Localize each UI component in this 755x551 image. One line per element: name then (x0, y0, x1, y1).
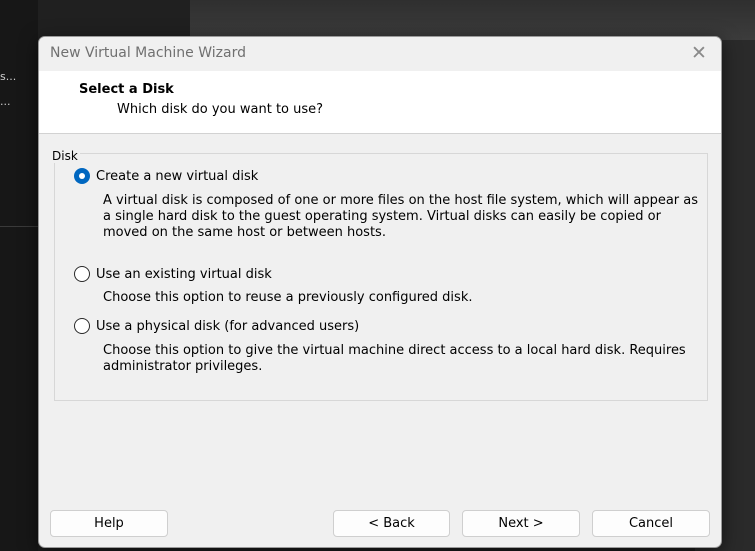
disk-group-label: Disk (52, 149, 80, 163)
radio-selected-icon[interactable] (74, 168, 90, 184)
radio-label: Use a physical disk (for advanced users) (96, 318, 360, 334)
next-button[interactable]: Next > (462, 510, 580, 537)
window-title: New Virtual Machine Wizard (50, 45, 246, 61)
help-button[interactable]: Help (50, 510, 168, 537)
page-title: Select a Disk (79, 82, 174, 97)
background-truncated-label: ... (0, 95, 11, 108)
radio-use-existing-disk[interactable]: Use an existing virtual disk (74, 266, 272, 282)
radio-unselected-icon[interactable] (74, 318, 90, 334)
radio-create-new-disk[interactable]: Create a new virtual disk (74, 168, 258, 184)
close-icon[interactable]: ✕ (687, 41, 711, 65)
background-truncated-label: s... (0, 70, 17, 83)
radio-use-physical-disk[interactable]: Use a physical disk (for advanced users) (74, 318, 359, 334)
new-vm-wizard-dialog: New Virtual Machine Wizard ✕ Select a Di… (38, 36, 722, 548)
background-divider (0, 226, 38, 227)
option-description: Choose this option to reuse a previously… (103, 290, 473, 305)
wizard-header: Select a Disk Which disk do you want to … (39, 71, 721, 134)
back-button[interactable]: < Back (333, 510, 450, 537)
radio-label: Create a new virtual disk (96, 168, 259, 184)
title-bar[interactable]: New Virtual Machine Wizard ✕ (39, 37, 721, 71)
page-subtitle: Which disk do you want to use? (117, 102, 324, 117)
radio-label: Use an existing virtual disk (96, 266, 272, 282)
option-description: A virtual disk is composed of one or mor… (103, 193, 699, 240)
radio-unselected-icon[interactable] (74, 266, 90, 282)
cancel-button[interactable]: Cancel (592, 510, 710, 537)
option-description: Choose this option to give the virtual m… (103, 343, 686, 374)
background-top-region (190, 0, 755, 40)
